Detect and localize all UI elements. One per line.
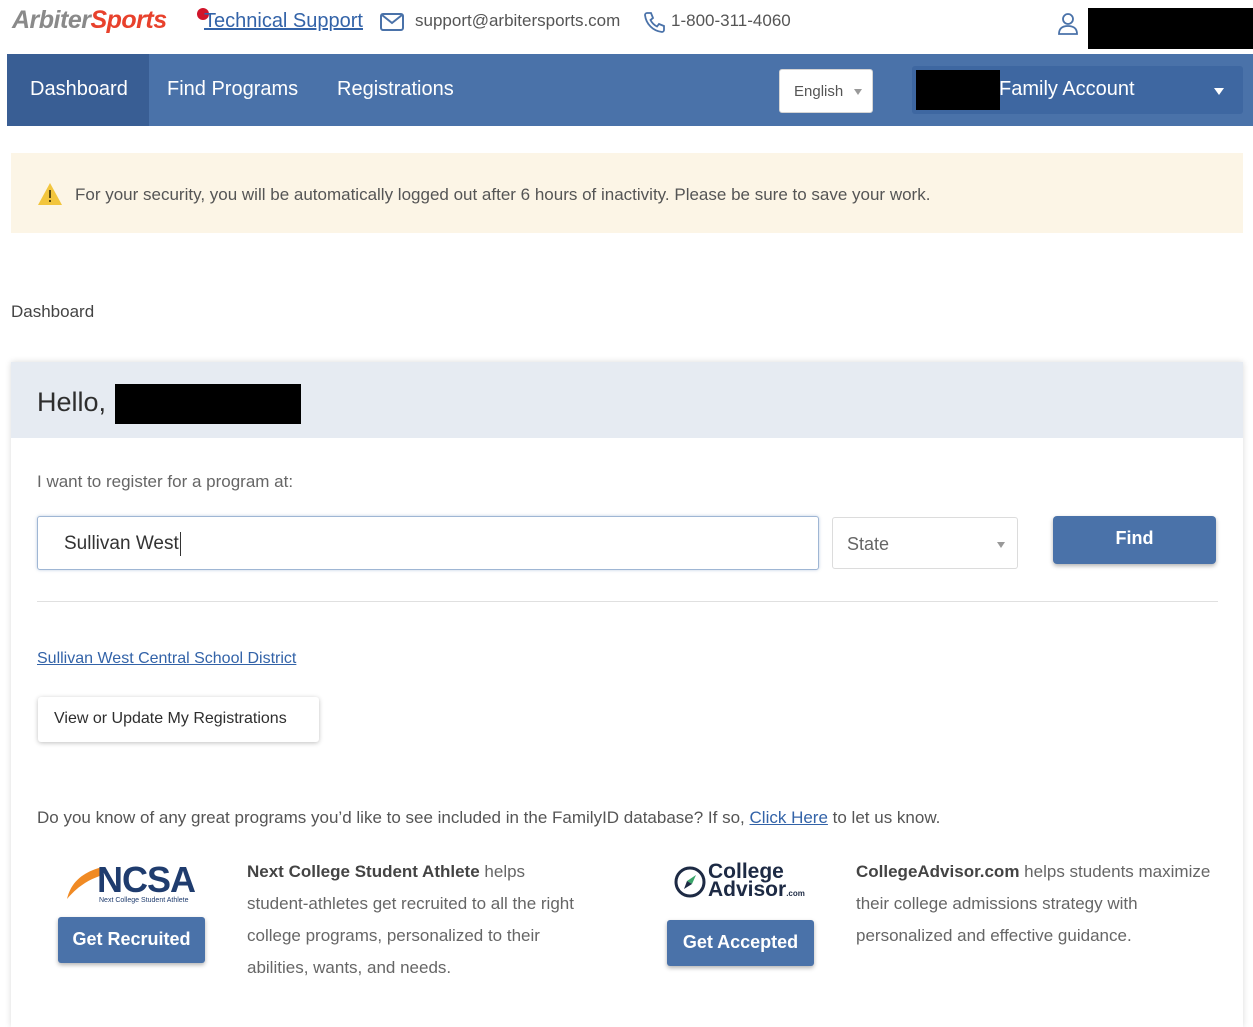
divider (37, 601, 1218, 602)
get-recruited-button[interactable]: Get Recruited (58, 917, 205, 963)
language-value: English (794, 83, 844, 100)
redacted-username (1088, 8, 1253, 49)
ncsa-logo[interactable]: NCSA Next College Student Athlete (63, 859, 198, 909)
district-result-link[interactable]: Sullivan West Central School District (37, 650, 296, 668)
chevron-down-icon (854, 89, 862, 95)
college-advisor-logo[interactable]: College Advisor.com (674, 861, 814, 906)
click-here-link[interactable]: Click Here (750, 808, 828, 827)
suggest-suffix: to let us know. (832, 808, 941, 827)
phone-icon (643, 11, 665, 38)
search-input-value: Sullivan West (64, 532, 181, 556)
ncsa-description: Next College Student Athlete helps stude… (247, 856, 587, 984)
card-header: Hello, (11, 362, 1243, 438)
support-phone[interactable]: 1-800-311-4060 (671, 11, 791, 31)
security-alert: For your security, you will be automatic… (11, 153, 1243, 233)
view-registrations-button[interactable]: View or Update My Registrations (38, 697, 319, 742)
text-caret (179, 532, 181, 556)
state-select[interactable]: State (832, 517, 1018, 569)
ca-name: CollegeAdvisor.com (856, 862, 1020, 881)
logo-part-2: Sports (90, 6, 167, 34)
ca-logo-advisor: Advisor (708, 878, 787, 901)
ncsa-logo-sub: Next College Student Athlete (99, 897, 189, 904)
redacted-user-name (115, 384, 301, 424)
program-search-input[interactable]: Sullivan West (37, 516, 819, 570)
main-nav: Dashboard Find Programs Registrations En… (7, 54, 1253, 126)
suggest-program-text: Do you know of any great programs you’d … (37, 808, 940, 828)
technical-support-link[interactable]: Technical Support (204, 10, 363, 33)
redacted-account-name (916, 70, 1000, 110)
ca-logo-com: .com (786, 889, 805, 898)
account-dropdown[interactable]: Family Account (912, 66, 1243, 114)
caret-down-icon (1214, 88, 1224, 95)
language-select[interactable]: English (779, 69, 873, 113)
get-accepted-button[interactable]: Get Accepted (667, 920, 814, 966)
nav-find-programs[interactable]: Find Programs (167, 54, 298, 126)
support-email[interactable]: support@arbitersports.com (415, 11, 620, 31)
warning-icon (37, 182, 63, 211)
breadcrumb: Dashboard (11, 302, 95, 321)
college-advisor-description: CollegeAdvisor.com helps students maximi… (856, 856, 1216, 952)
find-button[interactable]: Find (1053, 516, 1216, 564)
greeting: Hello, (37, 387, 107, 417)
nav-dashboard[interactable]: Dashboard (7, 54, 149, 126)
chevron-down-icon (997, 542, 1005, 548)
arbitersports-logo[interactable]: ArbiterSports (12, 6, 167, 35)
mail-icon (380, 13, 404, 36)
state-placeholder: State (847, 534, 890, 554)
compass-icon (674, 866, 706, 903)
ncsa-name: Next College Student Athlete (247, 862, 480, 881)
suggest-prefix: Do you know of any great programs you’d … (37, 808, 745, 827)
ncsa-logo-text: NCSA (97, 859, 196, 900)
alert-text: For your security, you will be automatic… (75, 185, 931, 204)
account-label: Family Account (999, 78, 1135, 100)
top-bar: ArbiterSports Technical Support support@… (0, 0, 1253, 54)
ca-logo-line2: Advisor.com (708, 878, 805, 904)
search-text: Sullivan West (64, 533, 179, 555)
register-label: I want to register for a program at: (37, 472, 294, 491)
nav-registrations[interactable]: Registrations (337, 54, 454, 126)
user-icon[interactable] (1058, 13, 1078, 40)
logo-part-1: Arbiter (12, 6, 91, 34)
dashboard-card: Hello, I want to register for a program … (11, 362, 1243, 1027)
